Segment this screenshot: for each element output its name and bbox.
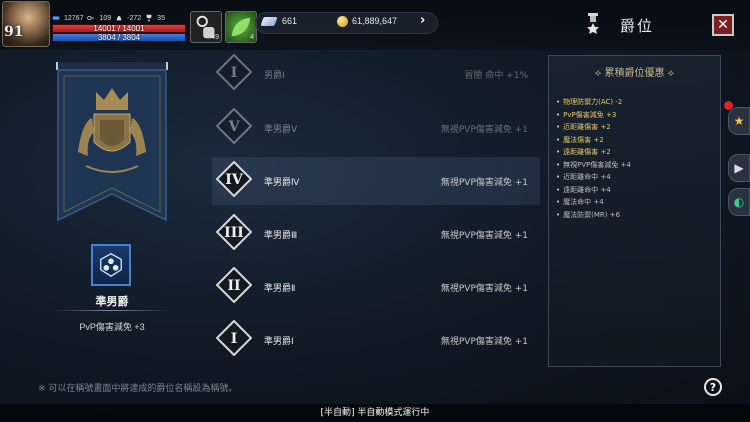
rank-row-bonus: 無視PVP傷害減免 +1 xyxy=(440,284,528,294)
benefit-item: 物理防禦力(AC) -2 xyxy=(556,96,631,109)
rank-numeral: I xyxy=(231,331,238,347)
swirl-icon[interactable]: ◐ xyxy=(728,188,750,216)
star-icon[interactable]: ★ xyxy=(728,107,750,135)
buff2-count: 4 xyxy=(250,34,254,41)
rank-numeral: III xyxy=(224,225,244,241)
rank-banner xyxy=(56,62,168,222)
benefit-item: 魔法命中 +4 xyxy=(556,196,631,209)
rank-row[interactable]: I 男爵Ⅰ 冒險 命中 +1% xyxy=(212,50,540,98)
key-icon xyxy=(87,15,95,21)
auto-mode-status: [半自動] 半自動模式運行中 xyxy=(0,404,750,422)
benefit-item: 近距離命中 +4 xyxy=(556,171,631,184)
ornament-left-icon: ⟡ xyxy=(594,68,605,79)
rank-row-bonus: 無視PVP傷害減免 +1 xyxy=(440,178,528,188)
rank-row[interactable]: IV 準男爵Ⅳ 無視PVP傷害減免 +1 xyxy=(212,157,540,205)
stat-row: 12767 109 -272 35 xyxy=(52,13,165,23)
notification-dot xyxy=(724,101,733,110)
rank-row[interactable]: III 準男爵Ⅲ 無視PVP傷害減免 +1 xyxy=(212,210,540,258)
rank-numeral: II xyxy=(227,278,240,294)
rank-row-name: 準男爵Ⅴ xyxy=(264,125,298,135)
stat4-value: 35 xyxy=(157,14,165,22)
rank-row-name: 準男爵Ⅲ xyxy=(264,231,298,241)
benefit-item: PvP傷害減免 +3 xyxy=(556,109,631,122)
rank-numeral: V xyxy=(228,119,241,135)
stat2-value: 109 xyxy=(99,14,112,22)
stat1-value: 12767 xyxy=(64,14,84,22)
rank-row-bonus: 冒險 命中 +1% xyxy=(464,71,528,81)
accumulated-title-text: 累積爵位優惠 xyxy=(604,68,665,79)
rank-numeral-badge: I xyxy=(216,54,252,90)
gold-amount: 61,889,647 xyxy=(352,16,398,26)
rank-numeral-badge: I xyxy=(216,320,252,356)
character-level: 91 xyxy=(4,24,24,40)
hp-text: 14001 / 14001 xyxy=(93,24,145,33)
trophy-icon xyxy=(146,14,152,22)
page-title: 爵位 xyxy=(620,17,655,35)
rank-divider xyxy=(52,310,170,311)
rank-numeral-badge: III xyxy=(216,214,252,250)
rank-numeral: IV xyxy=(225,172,244,188)
rank-numeral-badge: V xyxy=(216,108,252,144)
rank-row-bonus: 無視PVP傷害減免 +1 xyxy=(440,125,528,135)
rank-row-name: 男爵Ⅰ xyxy=(264,71,285,81)
rank-dots-icon xyxy=(100,253,122,278)
rank-row[interactable]: I 準男爵Ⅰ 無視PVP傷害減免 +1 xyxy=(212,316,540,364)
close-button[interactable]: ✕ xyxy=(712,14,734,36)
current-rank-name: 準男爵 xyxy=(95,295,129,308)
bell-icon xyxy=(116,16,122,21)
buff1-count: 49 xyxy=(211,34,219,41)
buff-slot-2[interactable]: 4 xyxy=(225,11,257,43)
rank-row[interactable]: V 準男爵Ⅴ 無視PVP傷害減免 +1 xyxy=(212,104,540,152)
benefit-item: 遠距離傷害 +2 xyxy=(556,146,631,159)
help-button[interactable]: ? xyxy=(704,378,722,396)
gold-coin-icon xyxy=(337,16,348,27)
chevron-right-icon[interactable]: › xyxy=(420,13,425,28)
rank-row-bonus: 無視PVP傷害減免 +1 xyxy=(440,231,528,241)
benefit-item: 遠距離命中 +4 xyxy=(556,184,631,197)
rank-emblem xyxy=(91,244,131,286)
gem-amount: 661 xyxy=(282,16,298,26)
accumulated-list: 物理防禦力(AC) -2PvP傷害減免 +3近距離傷害 +2魔法傷害 +2遠距離… xyxy=(556,96,631,221)
mp-text: 3804 / 3804 xyxy=(97,33,141,42)
footer-note: ※ 可以在稱號畫面中將達成的爵位名稱設為稱號。 xyxy=(38,384,238,394)
attack-icon xyxy=(52,16,60,20)
accumulated-title: ⟡ 累積爵位優惠 ⟡ xyxy=(548,64,721,79)
rank-row-bonus: 無視PVP傷害減免 +1 xyxy=(440,337,528,347)
rank-row-name: 準男爵Ⅳ xyxy=(264,178,300,188)
stat3-value: -272 xyxy=(127,14,142,22)
rank-numeral: I xyxy=(231,65,238,81)
current-rank-bonus: PvP傷害減免 +3 xyxy=(79,322,145,332)
benefit-item: 近距離傷害 +2 xyxy=(556,121,631,134)
play-icon[interactable]: ▶ xyxy=(728,154,750,182)
rank-numeral-badge: II xyxy=(216,267,252,303)
rank-row-name: 準男爵Ⅱ xyxy=(264,284,296,294)
ornament-right-icon: ⟡ xyxy=(664,68,675,79)
medal-icon xyxy=(587,13,599,34)
benefit-item: 魔法防禦(MR) +6 xyxy=(556,209,631,222)
benefit-item: 魔法傷害 +2 xyxy=(556,134,631,147)
rank-numeral-badge: IV xyxy=(216,161,252,197)
rank-row-name: 準男爵Ⅰ xyxy=(264,337,294,347)
benefit-item: 無視PVP傷害減免 +4 xyxy=(556,159,631,172)
rank-row[interactable]: II 準男爵Ⅱ 無視PVP傷害減免 +1 xyxy=(212,263,540,311)
buff-slot-1[interactable]: 49 xyxy=(190,11,222,43)
